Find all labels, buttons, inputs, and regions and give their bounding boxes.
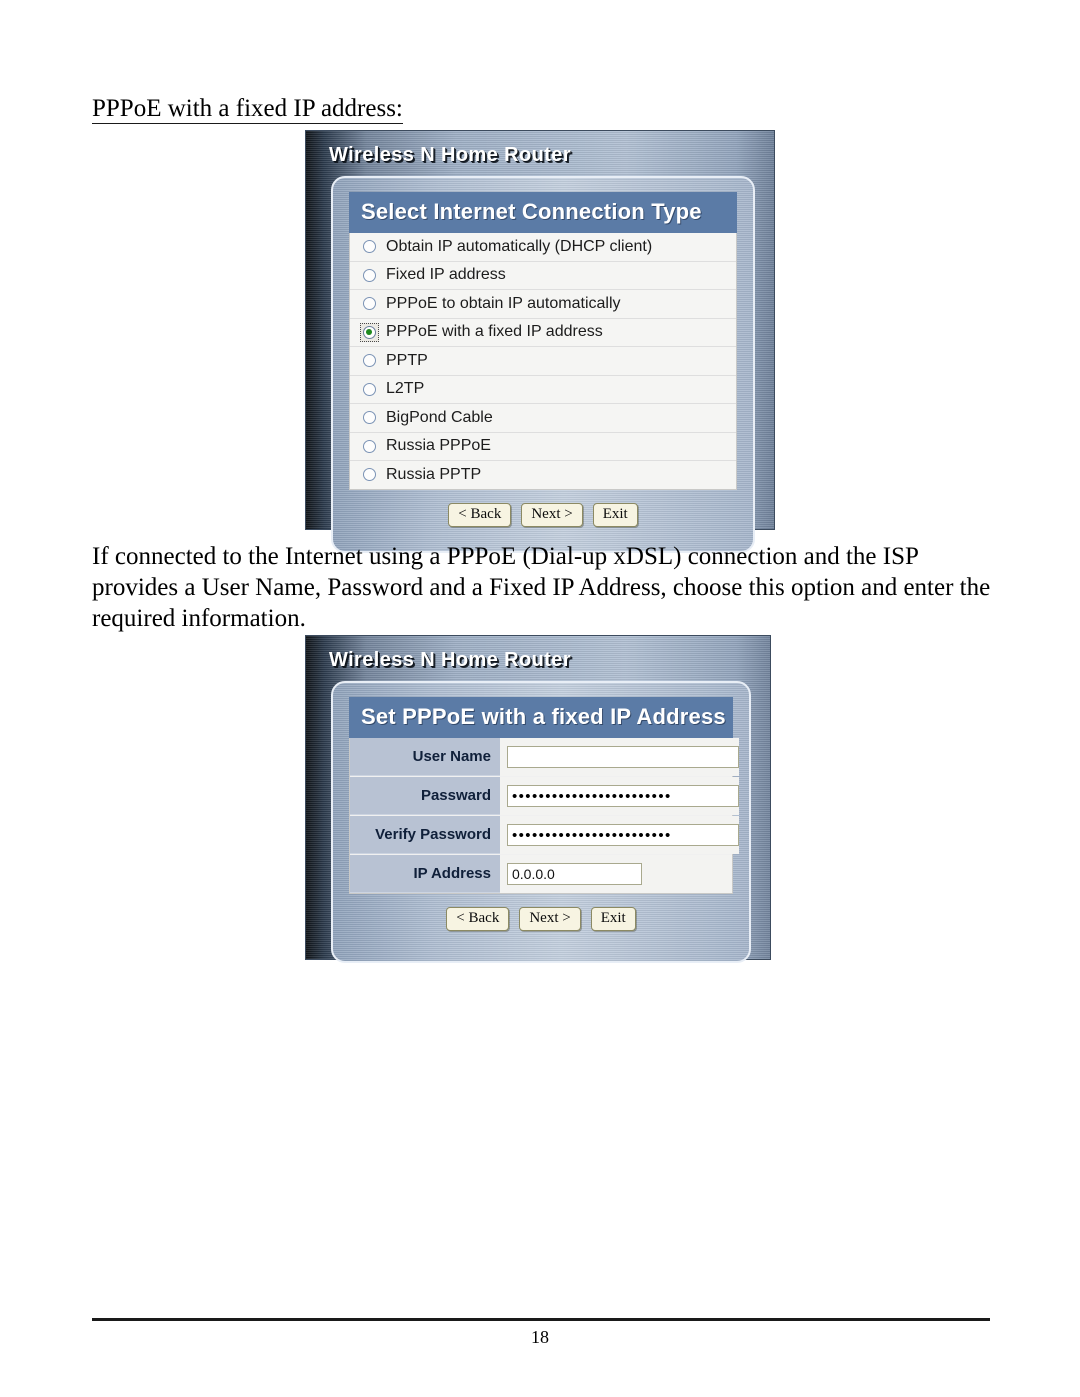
back-button[interactable]: < Back [446, 907, 510, 931]
exit-button[interactable]: Exit [590, 907, 636, 931]
back-button[interactable]: < Back [448, 502, 512, 527]
wizard-button-bar-1: < Back Next > Exit [349, 490, 737, 543]
radio-icon-russia-pppoe[interactable] [360, 437, 379, 456]
exit-button[interactable]: Exit [592, 502, 638, 527]
label-password: Passward [350, 777, 500, 815]
value-ip-address: 0.0.0.0 [500, 855, 732, 893]
label-user-name: User Name [350, 738, 500, 776]
radio-icon-pptp[interactable] [360, 351, 379, 370]
document-page: PPPoE with a fixed IP address: Wireless … [0, 0, 1080, 1397]
figure-set-pppoe-fixed-ip: Wireless N Home Router Set PPPoE with a … [305, 635, 771, 963]
radio-icon-pppoe-fixed-ip[interactable] [360, 322, 379, 342]
radio-icon-bigpond-cable[interactable] [360, 408, 379, 427]
router-titlebar-2: Wireless N Home Router [313, 643, 763, 677]
figure-select-connection-type: Wireless N Home Router Select Internet C… [305, 130, 775, 553]
radio-row-pppoe-fixed-ip[interactable]: PPPoE with a fixed IP address [350, 318, 736, 347]
radio-row-fixed-ip[interactable]: Fixed IP address [350, 261, 736, 290]
page-heading-text: PPPoE with a fixed IP address: [92, 95, 403, 124]
value-user-name [500, 738, 739, 776]
label-ip-address: IP Address [350, 855, 500, 893]
body-paragraph: If connected to the Internet using a PPP… [92, 543, 991, 632]
radio-row-russia-pptp[interactable]: Russia PPTP [350, 461, 736, 489]
radio-label-dhcp-client: Obtain IP automatically (DHCP client) [386, 237, 653, 255]
form-row-verify-password: Verify Password •••••••••••••••••••••••• [350, 816, 739, 855]
user-name-input[interactable] [507, 746, 739, 768]
verify-password-input[interactable]: •••••••••••••••••••••••• [507, 824, 739, 846]
page-heading: PPPoE with a fixed IP address: [92, 94, 403, 124]
password-input[interactable]: •••••••••••••••••••••••• [507, 785, 739, 807]
section-title-select-connection: Select Internet Connection Type [349, 192, 737, 233]
form-row-user-name: User Name [350, 738, 739, 777]
radio-label-russia-pptp: Russia PPTP [386, 465, 482, 483]
ip-address-input[interactable]: 0.0.0.0 [507, 863, 642, 885]
router-inner-panel-1: Select Internet Connection Type Obtain I… [331, 176, 755, 553]
radio-icon-pppoe-auto[interactable] [360, 294, 379, 313]
radio-icon-l2tp[interactable] [360, 380, 379, 399]
next-button[interactable]: Next > [519, 907, 581, 931]
radio-label-l2tp: L2TP [386, 380, 425, 398]
page-number: 18 [531, 1327, 549, 1347]
radio-label-pppoe-auto: PPPoE to obtain IP automatically [386, 294, 621, 312]
section-title-set-pppoe: Set PPPoE with a fixed IP Address [349, 697, 733, 738]
router-inner-panel-2: Set PPPoE with a fixed IP Address User N… [331, 681, 751, 963]
connection-type-radio-list: Obtain IP automatically (DHCP client) Fi… [349, 233, 737, 490]
radio-row-bigpond-cable[interactable]: BigPond Cable [350, 404, 736, 433]
radio-label-pptp: PPTP [386, 351, 428, 369]
radio-label-pppoe-fixed-ip: PPPoE with a fixed IP address [386, 323, 603, 341]
router-window-title: Wireless N Home Router [329, 648, 572, 671]
pppoe-form: User Name Passward •••••••••••••••••••••… [349, 738, 739, 894]
radio-icon-dhcp-client[interactable] [360, 237, 379, 256]
radio-row-pptp[interactable]: PPTP [350, 347, 736, 376]
radio-row-russia-pppoe[interactable]: Russia PPPoE [350, 432, 736, 461]
radio-label-fixed-ip: Fixed IP address [386, 266, 506, 284]
value-password: •••••••••••••••••••••••• [500, 777, 739, 815]
radio-label-russia-pppoe: Russia PPPoE [386, 437, 491, 455]
router-window-title: Wireless N Home Router [329, 143, 572, 166]
radio-row-dhcp-client[interactable]: Obtain IP automatically (DHCP client) [350, 233, 736, 262]
radio-row-pppoe-auto[interactable]: PPPoE to obtain IP automatically [350, 290, 736, 319]
footer-divider [92, 1318, 990, 1321]
label-verify-password: Verify Password [350, 816, 500, 854]
radio-row-l2tp[interactable]: L2TP [350, 375, 736, 404]
radio-icon-fixed-ip[interactable] [360, 266, 379, 285]
next-button[interactable]: Next > [521, 502, 583, 527]
router-titlebar-1: Wireless N Home Router [313, 138, 767, 172]
radio-icon-russia-pptp[interactable] [360, 465, 379, 484]
form-row-ip-address: IP Address 0.0.0.0 [350, 855, 732, 893]
radio-label-bigpond-cable: BigPond Cable [386, 408, 493, 426]
value-verify-password: •••••••••••••••••••••••• [500, 816, 739, 854]
wizard-button-bar-2: < Back Next > Exit [349, 894, 733, 947]
form-row-password: Passward •••••••••••••••••••••••• [350, 777, 739, 816]
